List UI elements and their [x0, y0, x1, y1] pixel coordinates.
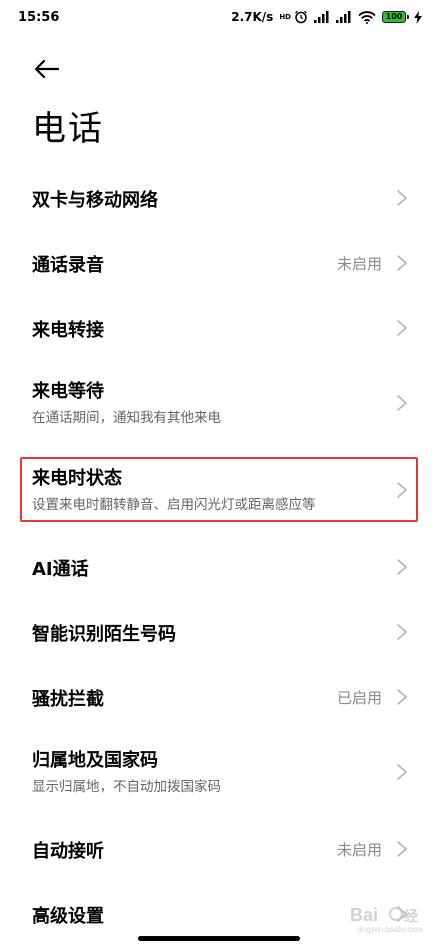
chevron-right-icon — [397, 624, 407, 640]
home-indicator[interactable] — [138, 936, 300, 941]
settings-row-value: 未启用 — [336, 255, 382, 273]
settings-row-subtitle: 设置来电时翻转静音、启用闪光灯或距离感应等 — [32, 497, 316, 513]
settings-row[interactable]: 骚扰拦截 已启用 — [0, 667, 440, 727]
settings-row[interactable]: 归属地及国家码显示归属地，不自动加拨国家码 — [0, 735, 440, 809]
chevron-right-icon — [397, 689, 407, 705]
settings-row[interactable]: 来电转接 — [0, 298, 440, 358]
back-button[interactable] — [30, 52, 64, 86]
network-speed: 2.7K/s — [231, 10, 274, 24]
settings-row-title: 高级设置 — [32, 906, 104, 927]
settings-row-value: 未启用 — [336, 841, 382, 859]
settings-row-title: 智能识别陌生号码 — [32, 624, 176, 645]
settings-row-subtitle: 在通话期间，通知我有其他来电 — [32, 410, 221, 426]
svg-text:jingyan.baidu.com: jingyan.baidu.com — [357, 925, 423, 934]
alarm-icon — [295, 10, 307, 24]
chevron-right-icon — [397, 190, 407, 206]
settings-row[interactable]: 双卡与移动网络 — [0, 168, 440, 228]
settings-row-title: 来电转接 — [32, 320, 104, 341]
status-bar: 15:56 2.7K/s HD 100 — [0, 0, 440, 34]
page-title: 电话 — [32, 109, 104, 149]
chevron-right-icon — [397, 559, 407, 575]
settings-row-title: 归属地及国家码 — [32, 750, 158, 771]
settings-row-title: 双卡与移动网络 — [32, 190, 158, 211]
chevron-right-icon — [397, 841, 407, 857]
wifi-icon — [358, 10, 376, 24]
svg-text:经: 经 — [404, 908, 418, 924]
settings-row[interactable]: 自动接听 未启用 — [0, 819, 440, 879]
settings-row-value: 已启用 — [336, 689, 382, 707]
settings-row[interactable]: 来电等待在通话期间，通知我有其他来电 — [0, 366, 440, 440]
settings-row[interactable]: AI通话 — [0, 537, 440, 597]
chevron-right-icon — [397, 764, 407, 780]
hd-badge: HD — [279, 12, 291, 21]
chevron-right-icon — [397, 320, 407, 336]
arrow-left-icon — [34, 59, 60, 79]
settings-row-title: 来电等待 — [32, 381, 104, 402]
settings-row-title: 来电时状态 — [32, 468, 122, 489]
settings-row-subtitle: 显示归属地，不自动加拨国家码 — [32, 779, 221, 795]
settings-row[interactable]: 通话录音 未启用 — [0, 233, 440, 293]
chevron-right-icon — [397, 482, 407, 498]
chevron-right-icon — [397, 395, 407, 411]
status-time: 15:56 — [18, 9, 60, 25]
settings-row-title: 骚扰拦截 — [32, 689, 104, 710]
chevron-right-icon — [397, 255, 407, 271]
signal-icon — [336, 11, 351, 23]
settings-row-title: AI通话 — [32, 559, 89, 580]
settings-row[interactable]: 智能识别陌生号码 — [0, 602, 440, 662]
settings-row[interactable]: 来电时状态设置来电时翻转静音、启用闪光灯或距离感应等 — [0, 453, 440, 527]
charging-icon — [414, 10, 422, 24]
settings-row-title: 通话录音 — [32, 255, 104, 276]
watermark-logo: Bai 经 jingyan.baidu.com — [350, 905, 423, 934]
svg-text:Bai: Bai — [350, 905, 378, 925]
status-icons: 2.7K/s HD 100 — [231, 10, 422, 24]
signal-icon — [314, 11, 329, 23]
settings-row-title: 自动接听 — [32, 841, 104, 862]
battery-icon: 100 — [382, 11, 409, 23]
